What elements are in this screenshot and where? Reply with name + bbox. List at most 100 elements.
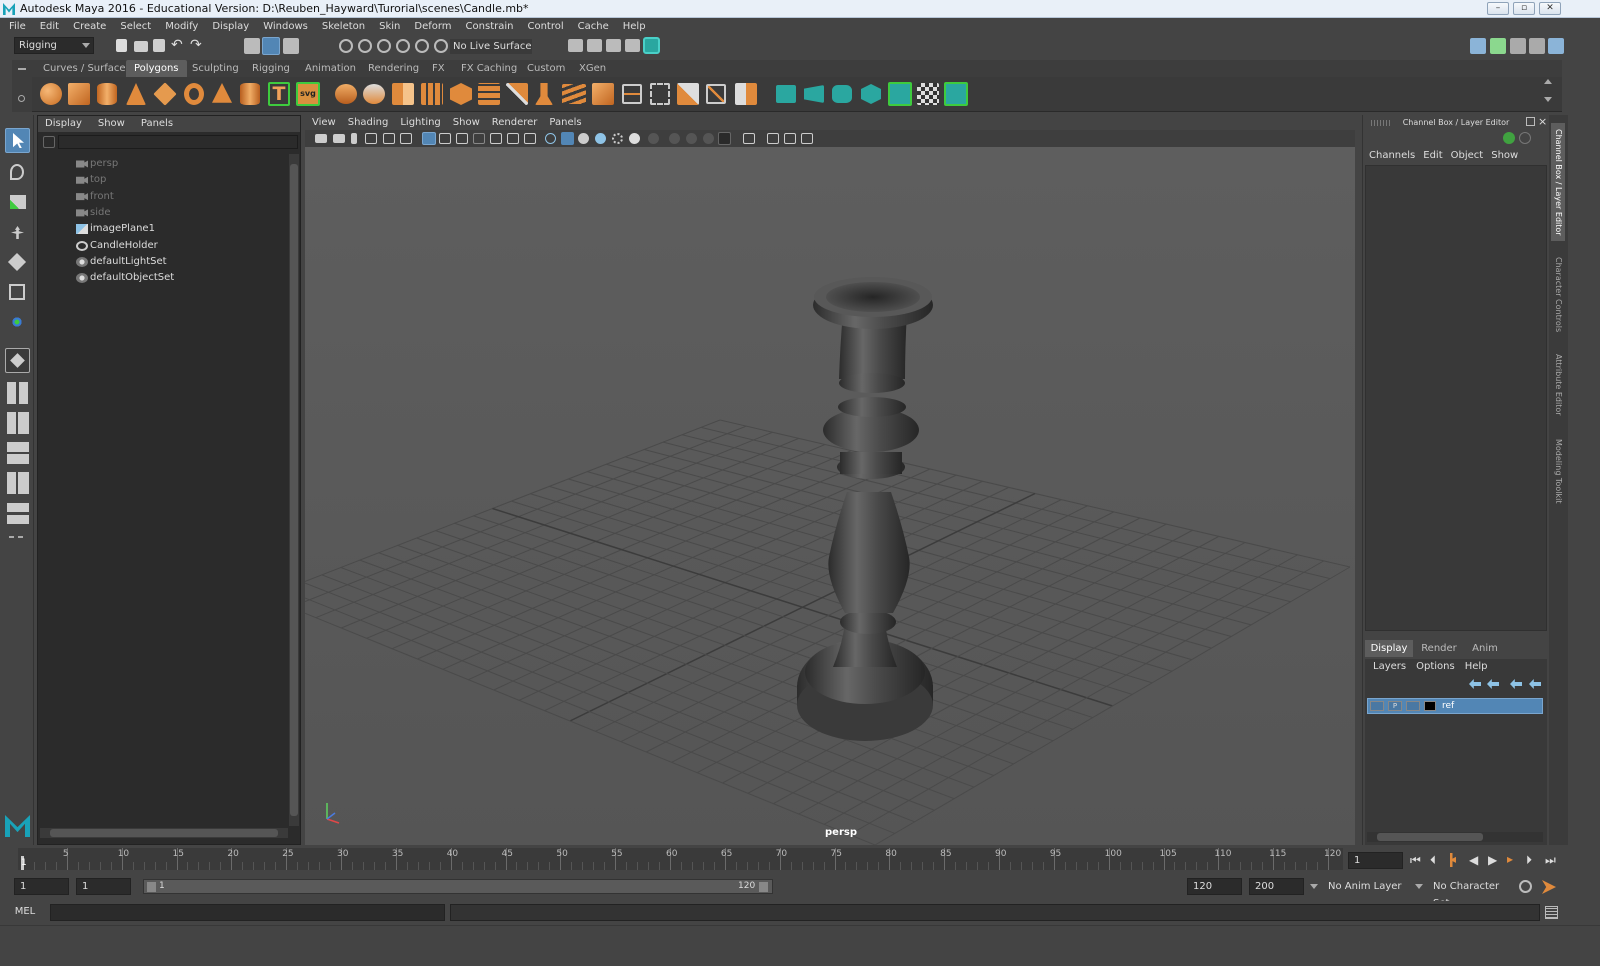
- menu-edit[interactable]: Edit: [40, 21, 59, 32]
- automatic-mapping-icon[interactable]: [776, 85, 796, 103]
- layout-more-icon[interactable]: [5, 530, 30, 546]
- menu-constrain[interactable]: Constrain: [466, 21, 514, 32]
- multisample-aa-icon[interactable]: [686, 133, 697, 144]
- go-to-start-icon[interactable]: ⏮: [1410, 854, 1421, 866]
- channel-show-menu[interactable]: Show: [1491, 150, 1518, 161]
- layer-options-menu[interactable]: Options: [1416, 661, 1455, 672]
- layer-visibility-toggle[interactable]: [1370, 701, 1384, 711]
- channel-box-toggle-icon[interactable]: [1548, 38, 1564, 54]
- viewport-menu-lighting[interactable]: Lighting: [400, 117, 440, 128]
- layout-outliner-graph-icon[interactable]: [5, 500, 30, 525]
- animation-preferences-icon[interactable]: [1542, 880, 1556, 894]
- outliner-vertical-scroll-thumb[interactable]: [290, 164, 298, 816]
- outliner-item[interactable]: imagePlane1: [90, 221, 155, 237]
- shelf-scroll-down-icon[interactable]: [1544, 97, 1552, 102]
- perspective-viewport[interactable]: persp: [305, 147, 1355, 845]
- outliner-menu-panels[interactable]: Panels: [141, 118, 173, 129]
- layers-menu[interactable]: Layers: [1373, 661, 1406, 672]
- grid-toggle-icon[interactable]: [422, 132, 436, 145]
- redo-icon[interactable]: ↷: [190, 37, 202, 53]
- command-input[interactable]: [50, 904, 445, 921]
- menu-file[interactable]: File: [9, 21, 26, 32]
- offset-edge-loop-icon[interactable]: [650, 83, 670, 105]
- menu-windows[interactable]: Windows: [263, 21, 308, 32]
- outliner-item[interactable]: persp: [90, 156, 118, 172]
- safe-title-icon[interactable]: [524, 133, 536, 144]
- outliner-search-input[interactable]: [58, 135, 298, 149]
- go-to-end-icon[interactable]: ⏭: [1545, 854, 1556, 866]
- outliner-horizontal-scroll-thumb[interactable]: [50, 829, 278, 837]
- new-layer-icon[interactable]: [1510, 679, 1522, 689]
- resolution-gate-icon[interactable]: [456, 133, 468, 144]
- extrude-icon[interactable]: [450, 83, 472, 105]
- poly-cube-icon[interactable]: [68, 83, 90, 105]
- poly-pipe-icon[interactable]: [240, 83, 260, 105]
- outliner-horizontal-scrollbar[interactable]: [40, 828, 288, 838]
- xray-joints-icon[interactable]: [767, 133, 779, 144]
- shelf-tab-rigging[interactable]: Rigging: [244, 60, 298, 77]
- viewport-menu-shading[interactable]: Shading: [348, 117, 389, 128]
- character-set-dropdown[interactable]: No Character Set: [1429, 878, 1514, 909]
- layout-uv-icon[interactable]: [888, 82, 912, 106]
- backface-culling-icon[interactable]: [801, 133, 813, 144]
- outliner-item[interactable]: front: [90, 189, 114, 205]
- layer-type-toggle[interactable]: P: [1388, 701, 1402, 711]
- poly-plane-icon[interactable]: [153, 82, 177, 106]
- menu-display[interactable]: Display: [212, 21, 249, 32]
- shelf-menu-icon[interactable]: [18, 68, 26, 70]
- step-back-key-icon[interactable]: ◂: [1450, 853, 1460, 867]
- channel-object-menu[interactable]: Object: [1451, 150, 1484, 161]
- scale-tool-icon[interactable]: [5, 280, 30, 305]
- isolate-select-icon[interactable]: [718, 132, 731, 145]
- select-camera-icon[interactable]: [315, 134, 327, 143]
- snap-live-icon[interactable]: [434, 39, 448, 53]
- lasso-tool-icon[interactable]: [5, 160, 30, 185]
- step-back-frame-icon[interactable]: ⏴: [1430, 854, 1436, 866]
- layout-persp-graph-icon[interactable]: [5, 440, 30, 465]
- fill-hole-icon[interactable]: [592, 83, 614, 105]
- layer-tab-render[interactable]: Render: [1415, 640, 1463, 657]
- outliner-filter-icon[interactable]: [43, 136, 55, 148]
- spherical-mapping-icon[interactable]: [832, 85, 852, 103]
- paint-select-tool-icon[interactable]: [5, 190, 30, 215]
- camera-attributes-icon[interactable]: [333, 134, 345, 143]
- layer-horizontal-scrollbar[interactable]: [1367, 832, 1543, 842]
- wireframe-on-shaded-icon[interactable]: [578, 133, 589, 144]
- character-controls-toggle-icon[interactable]: [1490, 38, 1506, 54]
- layout-persp-outliner-icon[interactable]: [5, 410, 30, 435]
- shadows-icon[interactable]: [629, 133, 640, 144]
- channel-edit-menu[interactable]: Edit: [1423, 150, 1442, 161]
- panel-drag-handle-icon[interactable]: [1371, 120, 1391, 126]
- new-layer-selected-icon[interactable]: [1529, 679, 1541, 689]
- smooth-shade-icon[interactable]: [561, 132, 574, 145]
- open-scene-icon[interactable]: [134, 41, 148, 52]
- channels-menu[interactable]: Channels: [1369, 150, 1415, 161]
- script-editor-icon[interactable]: [1545, 906, 1558, 919]
- layer-horizontal-scroll-thumb[interactable]: [1377, 833, 1483, 841]
- shelf-tab-rendering[interactable]: Rendering: [360, 60, 427, 77]
- safe-action-icon[interactable]: [507, 133, 519, 144]
- menu-help[interactable]: Help: [623, 21, 646, 32]
- layer-color-swatch[interactable]: [1424, 701, 1436, 711]
- layer-tab-anim[interactable]: Anim: [1461, 640, 1509, 657]
- step-forward-frame-icon[interactable]: ⏵: [1526, 854, 1532, 866]
- menuset-dropdown[interactable]: Rigging: [14, 37, 94, 54]
- animation-start-field[interactable]: 1: [14, 878, 69, 895]
- combine-icon[interactable]: [335, 84, 357, 104]
- uv-editor-icon[interactable]: [706, 84, 726, 104]
- render-frame-icon[interactable]: [587, 39, 602, 52]
- mirror-icon[interactable]: [677, 83, 699, 105]
- close-panel-icon[interactable]: ×: [1538, 115, 1547, 128]
- layout-persp-hypergraph-icon[interactable]: [5, 470, 30, 495]
- close-button[interactable]: ✕: [1539, 2, 1561, 15]
- save-scene-icon[interactable]: [153, 39, 165, 52]
- viewport-menu-panels[interactable]: Panels: [549, 117, 581, 128]
- textured-icon[interactable]: [595, 133, 606, 144]
- play-backwards-icon[interactable]: ◀: [1469, 854, 1478, 866]
- shelf-tab-xgen[interactable]: XGen: [571, 60, 614, 77]
- outliner-menu-show[interactable]: Show: [98, 118, 125, 129]
- snap-grid-icon[interactable]: [339, 39, 353, 53]
- multi-cut-icon[interactable]: [506, 83, 528, 105]
- ipr-render-icon[interactable]: [606, 39, 621, 52]
- channel-box-speed-icon[interactable]: [1519, 132, 1531, 144]
